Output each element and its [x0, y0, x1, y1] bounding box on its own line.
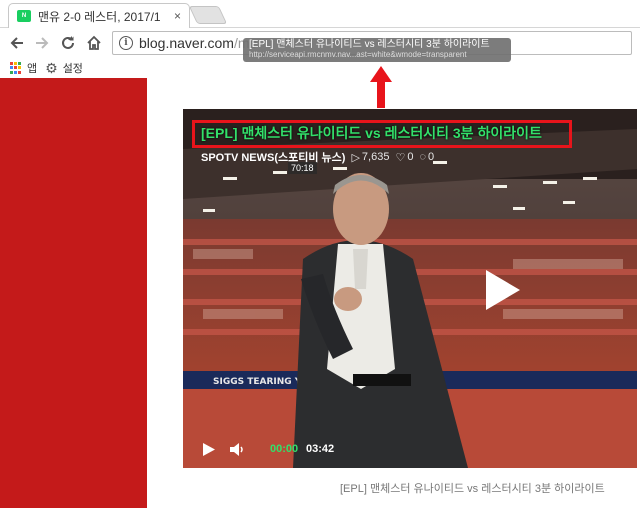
like-count[interactable]: ♡ 0 — [395, 151, 413, 164]
new-tab-button[interactable] — [188, 6, 228, 24]
site-info-icon[interactable]: i — [119, 36, 133, 50]
volume-icon[interactable] — [230, 442, 246, 457]
big-play-icon[interactable] — [480, 268, 524, 312]
duration: 03:42 — [306, 443, 335, 455]
browser-tab[interactable]: N 맨유 2-0 레스터, 2017/1 × — [8, 3, 190, 28]
play-count-icon: ▷ — [351, 151, 360, 164]
comment-count[interactable]: ◌ 0 — [419, 151, 434, 163]
tooltip-title: [EPL] 맨체스터 유나이티드 vs 레스터시티 3분 하이라이트 — [249, 39, 490, 50]
bookmark-apps-label: 앱 — [27, 63, 38, 75]
view-count: ▷ 7,635 — [351, 151, 389, 164]
bookmark-settings[interactable]: ⚙ 설정 — [45, 60, 83, 76]
tooltip-url: http://serviceapi.rmcnmv.nav...ast=white… — [249, 50, 467, 59]
blog-left-sidebar — [0, 78, 147, 508]
comment-count-value: 0 — [428, 151, 435, 163]
reload-icon[interactable] — [59, 34, 77, 52]
url-text: blog.naver.com/me — [139, 35, 257, 51]
channel-name[interactable]: SPOTV NEWS(스포티비 뉴스) — [201, 149, 345, 165]
home-icon[interactable] — [85, 34, 103, 52]
video-title[interactable]: [EPL] 맨체스터 유나이티드 vs 레스터시티 3분 하이라이트 — [201, 123, 542, 143]
apps-grid-icon — [10, 62, 22, 74]
heart-icon: ♡ — [395, 151, 406, 164]
tab-title: 맨유 2-0 레스터, 2017/1 — [38, 9, 161, 24]
gear-icon: ⚙ — [45, 60, 58, 76]
close-tab-icon[interactable]: × — [174, 9, 181, 23]
url-host: blog.naver.com — [139, 35, 234, 51]
bookmark-apps[interactable]: 앱 — [10, 60, 37, 76]
naver-favicon-icon: N — [17, 10, 31, 22]
like-count-value: 0 — [407, 151, 414, 163]
tab-strip: N 맨유 2-0 레스터, 2017/1 × — [0, 0, 640, 28]
arrow-up-icon — [370, 66, 392, 108]
video-controls-bar — [183, 430, 637, 468]
back-icon[interactable] — [8, 34, 26, 52]
current-time: 00:00 — [270, 443, 299, 455]
thumbnail-time-badge: 70:18 — [288, 162, 317, 174]
comment-icon: ◌ — [419, 151, 426, 163]
video-caption: [EPL] 맨체스터 유나이티드 vs 레스터시티 3분 하이라이트 — [340, 483, 605, 495]
forward-icon[interactable] — [33, 34, 51, 52]
link-tooltip: [EPL] 맨체스터 유나이티드 vs 레스터시티 3분 하이라이트 http:… — [243, 38, 511, 62]
play-icon[interactable] — [203, 443, 215, 456]
video-meta: SPOTV NEWS(스포티비 뉴스) ▷ 7,635 ♡ 0 ◌ 0 — [201, 149, 434, 165]
view-count-value: 7,635 — [361, 151, 390, 163]
bookmark-settings-label: 설정 — [62, 63, 83, 75]
